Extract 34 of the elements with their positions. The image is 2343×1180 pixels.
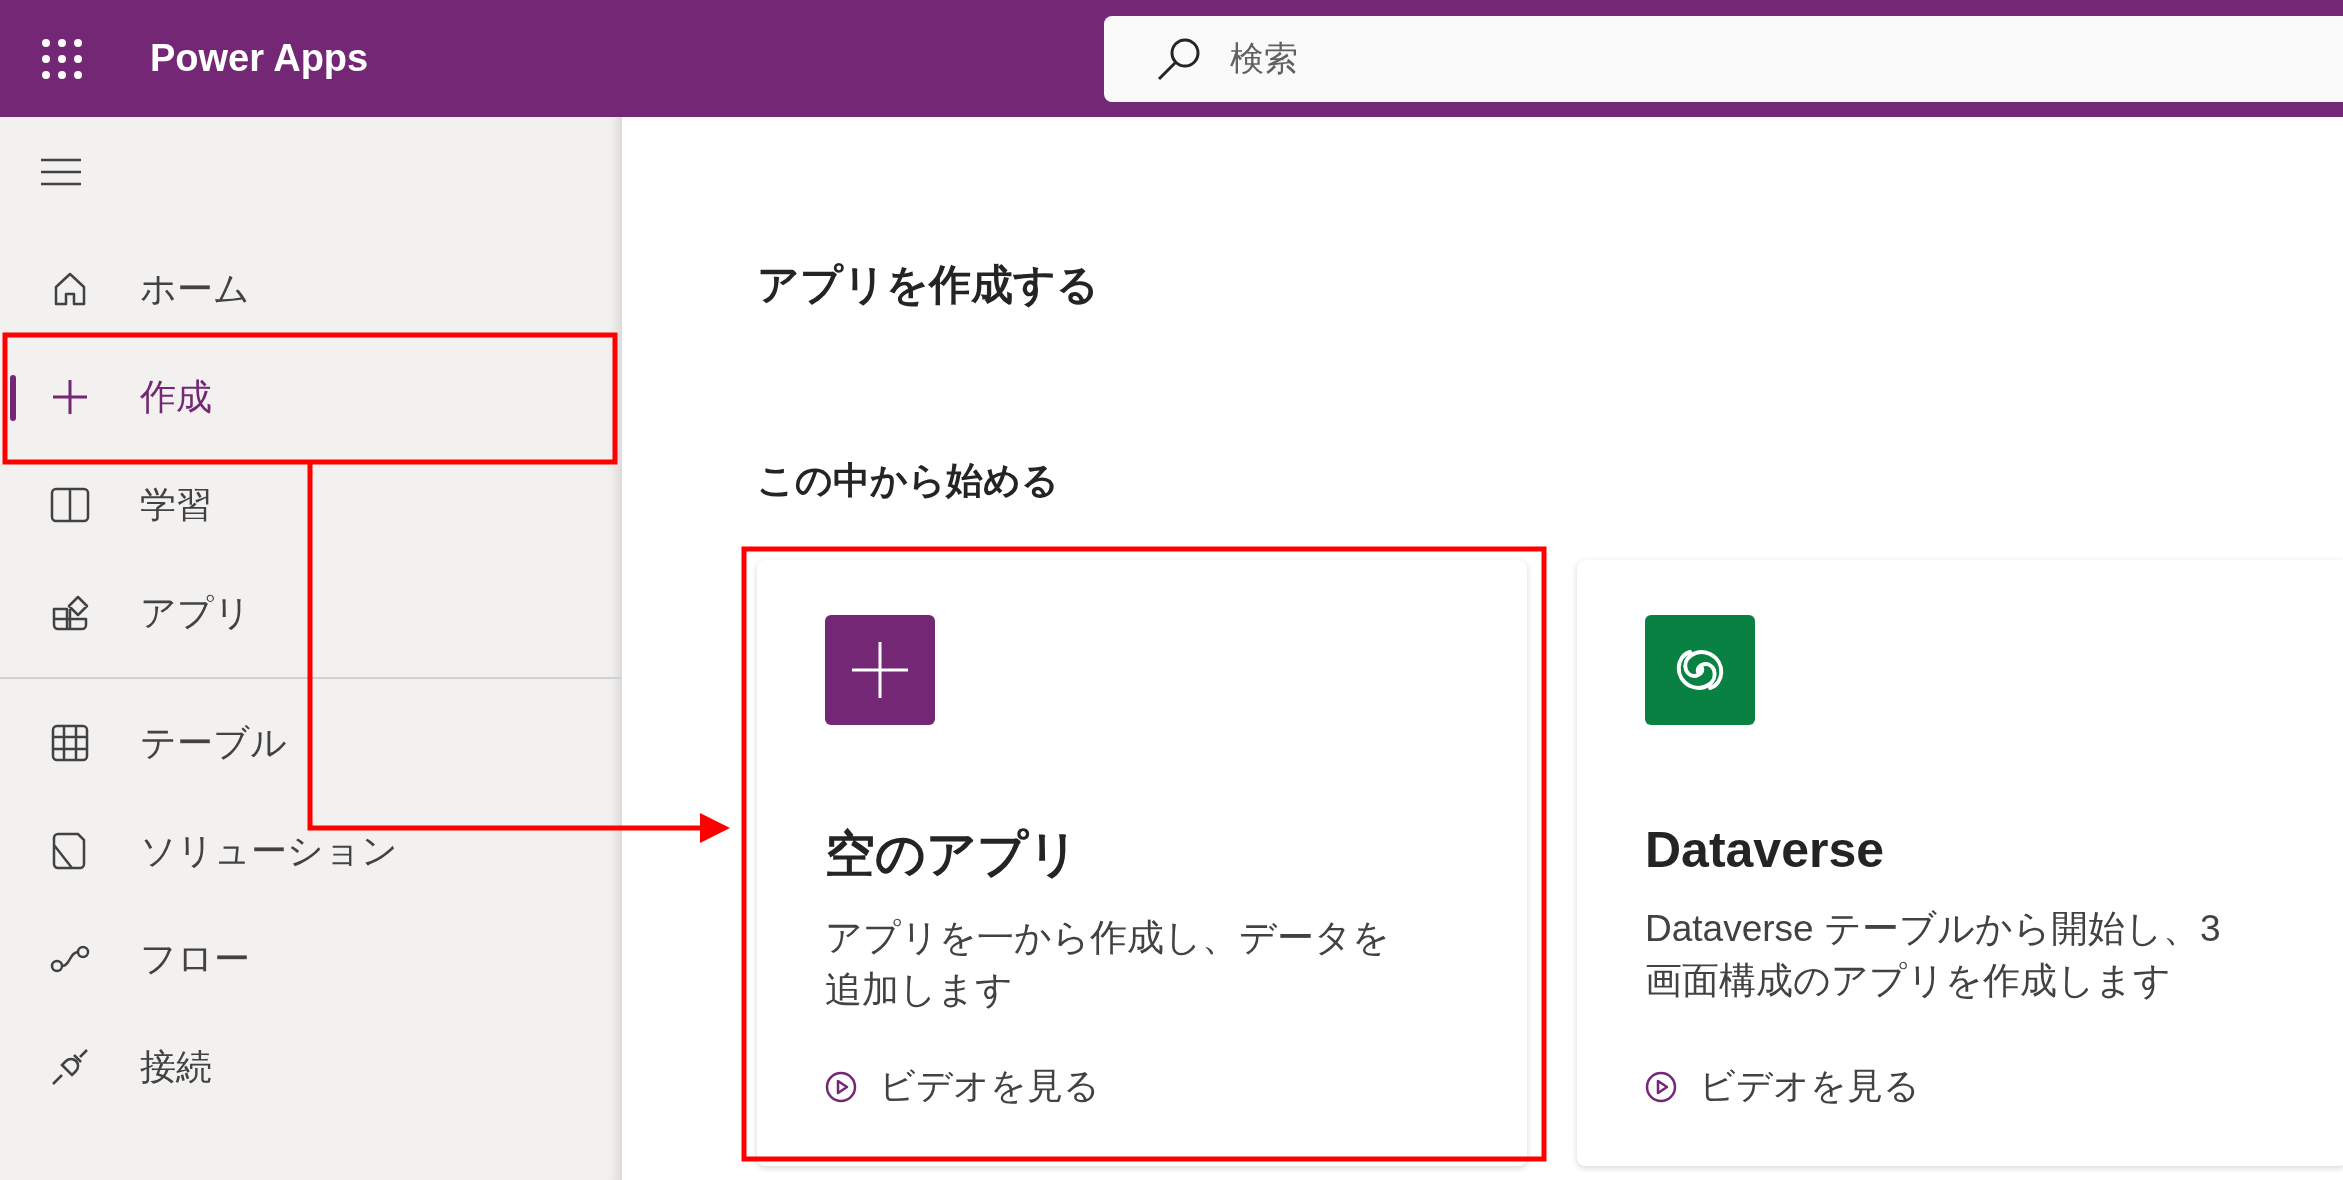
play-icon — [825, 1070, 857, 1103]
watch-video-link[interactable]: ビデオを見る — [825, 1062, 1459, 1111]
template-card[interactable]: Dataverse Dataverse テーブルから開始し、3 画面構成のアプリを作成します ビデオを見る — [1577, 560, 2343, 1166]
flow-icon — [50, 944, 90, 974]
nav-item[interactable]: アプリ — [0, 559, 622, 667]
card-title: 空のアプリ — [825, 825, 1080, 884]
watch-video-link[interactable]: ビデオを見る — [1645, 1062, 2279, 1111]
selection-indicator — [10, 375, 16, 421]
nav-item[interactable]: ホーム — [0, 235, 622, 343]
dataverse-tile-icon — [1645, 615, 1755, 725]
nav-item[interactable]: テーブル — [0, 689, 622, 797]
section-title: この中から始める — [757, 459, 1060, 503]
nav-item[interactable]: フロー — [0, 905, 622, 1013]
search-input[interactable]: 検索 — [1228, 38, 2343, 79]
nav-item[interactable]: ソリューション — [0, 797, 622, 905]
search-field[interactable]: 検索 — [1104, 15, 2343, 102]
card-title: Dataverse — [1645, 821, 1886, 879]
nav-item[interactable]: 接続 — [0, 1013, 622, 1121]
template-card[interactable]: 空のアプリ アプリを一から作成し、データを追加します ビデオを見る — [757, 560, 1527, 1166]
app-name: Power Apps — [150, 37, 370, 80]
card-description: Dataverse テーブルから開始し、3 画面構成のアプリを作成します — [1645, 907, 2222, 1003]
play-icon — [1645, 1070, 1677, 1103]
plus-icon — [50, 377, 90, 417]
card-description: アプリを一から作成し、データを追加します — [825, 916, 1391, 1012]
table-icon — [50, 723, 90, 763]
page-title: アプリを作成する — [757, 260, 1100, 310]
menu-icon — [39, 157, 83, 187]
book-icon — [50, 487, 90, 523]
nav-item[interactable]: 作成 — [0, 343, 622, 451]
plus-tile-icon — [825, 615, 935, 725]
plug-icon — [50, 1047, 90, 1087]
apps-icon — [50, 593, 90, 633]
waffle-icon — [40, 36, 84, 81]
nav-item[interactable]: 学習 — [0, 451, 622, 559]
